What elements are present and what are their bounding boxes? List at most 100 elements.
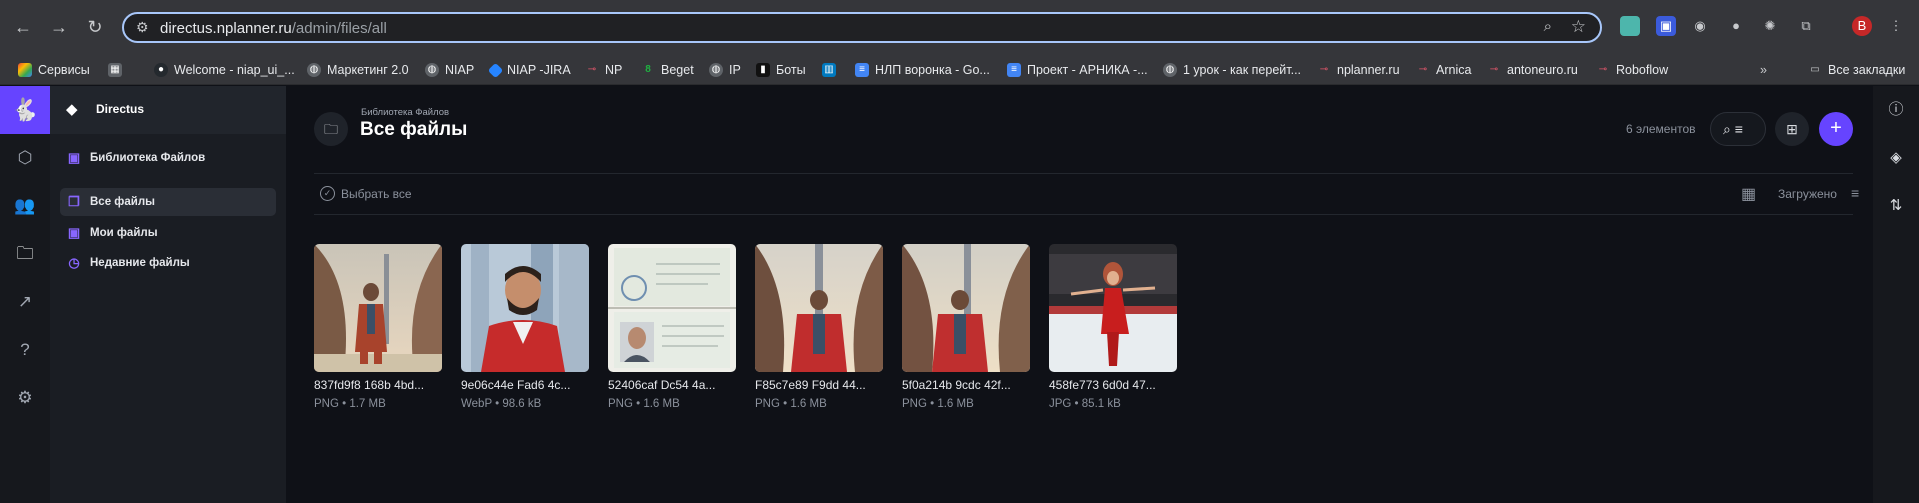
site-info-icon[interactable]: ⚙ [136, 19, 149, 36]
bookmark-item[interactable]: ◍ NIAP [425, 61, 474, 79]
bookmark-item[interactable]: ≡ НЛП воронка - Go... [855, 61, 990, 79]
tower-man-image [755, 244, 883, 372]
globe-icon: ◍ [1163, 63, 1177, 77]
import-export-icon[interactable]: ⇅ [1884, 194, 1908, 218]
history-icon: ◷ [68, 255, 80, 270]
bookmark-item[interactable]: ◍ Маркетинг 2.0 [307, 61, 409, 79]
file-meta: PNG • 1.6 MB [608, 398, 680, 410]
file-meta: WebP • 98.6 kB [461, 398, 542, 410]
link-icon: ⊸ [1489, 64, 1499, 75]
doc-icon: ≡ [1007, 63, 1021, 77]
react-icon[interactable]: ✺ [1760, 16, 1780, 36]
file-thumbnail[interactable] [608, 244, 736, 372]
page-title: Все файлы [360, 119, 468, 140]
file-card[interactable]: 5f0a214b 9cdc 42f... PNG • 1.6 MB [902, 244, 1030, 410]
files-module-icon[interactable]: 🗀 [13, 242, 37, 266]
bookmark-item[interactable]: NIAP -JIRA [487, 61, 571, 79]
nav-item-all-files[interactable]: ❐ Все файлы [60, 188, 276, 216]
file-thumbnail[interactable] [902, 244, 1030, 372]
layers-icon[interactable]: ◈ [1884, 146, 1908, 170]
bookmark-item[interactable]: ⊸ Roboflow [1596, 61, 1668, 79]
file-meta: PNG • 1.6 MB [902, 398, 974, 410]
bookmark-item[interactable]: ⊸ antoneuro.ru [1487, 61, 1578, 79]
nav-item-file-library[interactable]: ▣ Библиотека Файлов [60, 144, 276, 172]
settings-module-icon[interactable]: ⚙ [13, 386, 37, 410]
users-module-icon[interactable]: 👥 [13, 194, 37, 218]
address-url[interactable]: directus.nplanner.ru/admin/files/all [160, 20, 387, 37]
sort-field[interactable]: Загружено [1778, 187, 1837, 201]
extension-icon[interactable]: ▣ [1656, 16, 1676, 36]
profile-avatar[interactable]: В [1852, 16, 1872, 36]
grid-size-icon[interactable]: ▦ [1741, 184, 1756, 204]
bookmark-item[interactable]: ⊸ Arnica [1416, 61, 1472, 79]
breadcrumb[interactable]: Библиотека Файлов [361, 107, 449, 118]
help-module-icon[interactable]: ? [13, 338, 37, 362]
file-thumbnail[interactable] [1049, 244, 1177, 372]
bookmark-item[interactable]: ▥ [822, 61, 842, 79]
layout-toolbar: ✓ Выбрать все ▦ Загружено ≡ [314, 173, 1859, 215]
nav-item-label: Все файлы [90, 196, 155, 208]
file-title: 9e06c44e Fad6 4c... [461, 378, 571, 392]
skater-image [1049, 244, 1177, 372]
nav-item-my-files[interactable]: ▣ Мои файлы [60, 219, 276, 247]
puzzle-icon[interactable]: ⧉ [1796, 16, 1816, 36]
all-bookmarks[interactable]: ▭ Все закладки [1808, 61, 1905, 79]
project-header[interactable]: ◆ Directus [50, 86, 286, 134]
nav-item-recent-files[interactable]: ◷ Недавние файлы [60, 249, 276, 277]
file-title: 458fe773 6d0d 47... [1049, 378, 1156, 392]
file-thumbnail[interactable] [755, 244, 883, 372]
bookmark-star-icon[interactable]: ☆ [1571, 17, 1586, 37]
create-folder-button[interactable]: ⊞ [1775, 112, 1809, 146]
camera-icon[interactable]: ◉ [1690, 16, 1710, 36]
bookmark-item[interactable]: Сервисы [18, 61, 90, 79]
more-menu-icon[interactable]: ⋮ [1886, 16, 1906, 36]
link-icon: ⊸ [587, 64, 597, 75]
extension-icon[interactable] [1620, 16, 1640, 36]
file-thumbnail[interactable] [314, 244, 442, 372]
add-file-button[interactable]: + [1819, 112, 1853, 146]
bookmark-item[interactable]: ⊸ NP [585, 61, 623, 79]
forward-icon[interactable]: → [46, 14, 72, 40]
file-meta: PNG • 1.7 MB [314, 398, 386, 410]
sort-direction-icon[interactable]: ≡ [1851, 185, 1859, 201]
search-icon: ⌕ [1723, 121, 1731, 137]
zoom-icon[interactable]: ⌕ [1544, 18, 1552, 35]
folder-icon: 🗀 [314, 112, 348, 146]
file-card[interactable]: 837fd9f8 168b 4bd... PNG • 1.7 MB [314, 244, 442, 410]
file-card[interactable]: 458fe773 6d0d 47... JPG • 85.1 kB [1049, 244, 1177, 410]
file-card[interactable]: 9e06c44e Fad6 4c... WebP • 98.6 kB [461, 244, 589, 410]
insights-module-icon[interactable]: ↗ [13, 290, 37, 314]
folder-icon: ▭ [1810, 64, 1820, 75]
doc-icon: ≡ [855, 63, 869, 77]
bookmark-item[interactable]: ▦ [108, 61, 128, 79]
file-meta: PNG • 1.6 MB [755, 398, 827, 410]
address-bar[interactable]: ⚙ directus.nplanner.ru/admin/files/all ⌕… [122, 12, 1602, 43]
content-module-icon[interactable]: ⬡ [13, 146, 37, 170]
bookmark-item[interactable]: ◍ 1 урок - как перейт... [1163, 61, 1301, 79]
back-icon[interactable]: ← [10, 14, 36, 40]
file-title: 52406caf Dc54 4a... [608, 378, 716, 392]
module-bar: 🐇 ⬡ 👥 🗀 ↗ ? ⚙ [0, 86, 50, 503]
folder-icon: ▣ [67, 150, 81, 165]
file-card[interactable]: 52406caf Dc54 4a... PNG • 1.6 MB [608, 244, 736, 410]
bookmark-item[interactable]: 8 Beget [641, 61, 693, 79]
file-thumbnail[interactable] [461, 244, 589, 372]
jira-icon [487, 62, 504, 78]
info-icon[interactable]: ⓘ [1884, 98, 1908, 122]
file-card[interactable]: F85c7e89 F9dd 44... PNG • 1.6 MB [755, 244, 883, 410]
url-path: /admin/files/all [291, 20, 387, 37]
link-icon: ⊸ [1319, 64, 1329, 75]
project-name: Directus [96, 102, 145, 116]
bookmark-item[interactable]: ▮ Боты [756, 61, 806, 79]
bookmark-item[interactable]: ⊸ nplanner.ru [1317, 61, 1400, 79]
select-all-button[interactable]: ✓ Выбрать все [320, 186, 412, 201]
search-filter-button[interactable]: ⌕ ≡ [1710, 112, 1766, 146]
reload-icon[interactable]: ↻ [82, 14, 108, 40]
extension-icon[interactable]: ● [1726, 16, 1746, 36]
bookmark-item[interactable]: ≡ Проект - АРНИКА -... [1007, 61, 1148, 79]
bookmark-item[interactable]: ● Welcome - niap_ui_... [154, 61, 295, 79]
bookmark-item[interactable]: ◍ IP [709, 61, 741, 79]
more-bookmarks-icon[interactable]: » [1760, 61, 1767, 79]
github-icon: ● [154, 63, 168, 77]
directus-logo-icon[interactable]: 🐇 [0, 86, 50, 134]
